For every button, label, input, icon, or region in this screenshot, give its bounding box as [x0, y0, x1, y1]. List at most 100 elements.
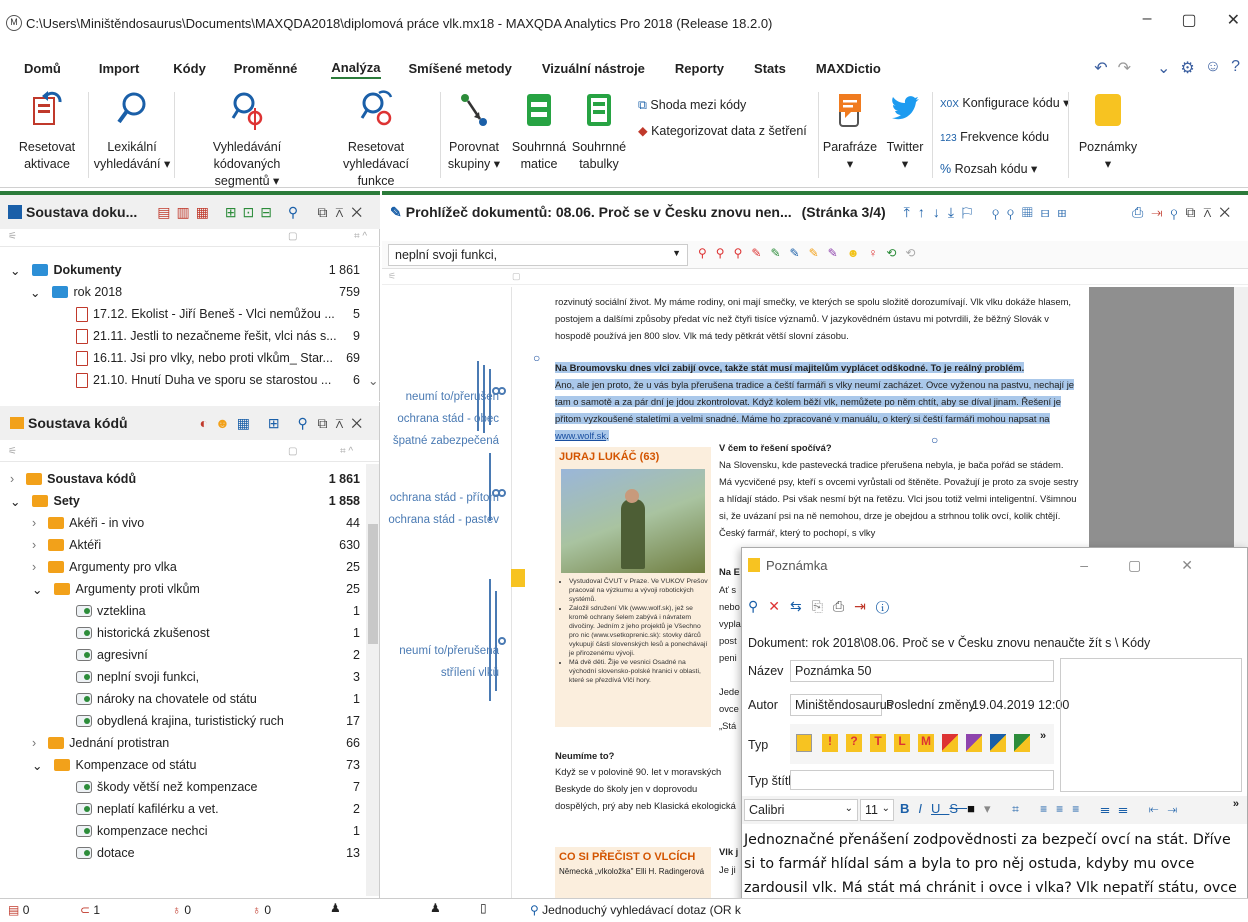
text-color-button[interactable]: ■ — [967, 801, 984, 816]
memo-type-picker[interactable]: ! ? T L M » — [790, 724, 1054, 764]
underline-button[interactable]: U — [931, 801, 949, 816]
tree-row-subcode[interactable]: neplní svoji funkci, 3 — [76, 666, 360, 688]
tree-row-code[interactable]: › Jednání protistran 66 — [32, 732, 360, 754]
memo-type-exclamation-icon[interactable]: ! — [822, 734, 838, 752]
reset-activations-button[interactable]: Resetovat aktivace — [12, 90, 82, 173]
tab-import[interactable]: Import — [99, 61, 139, 78]
format-buttons[interactable]: BIUS■▾ ⌗ ≡≡≡ ☰☰ ⇤⇥ — [900, 801, 1186, 817]
maximize-button[interactable]: ▢ — [1181, 10, 1196, 30]
status-codes[interactable]: ⊂ 1 — [80, 903, 100, 917]
status-docs[interactable]: ▤ 0 — [8, 903, 29, 917]
minimize-button[interactable]: – — [1143, 10, 1152, 30]
selection-start-handle[interactable]: ○ — [533, 351, 540, 365]
tree-row-doc[interactable]: 17.12. Ekolist - Jiří Beneš - Vlci nemůž… — [76, 303, 360, 325]
highlighted-coded-segment[interactable]: Na Broumovsku dnes vlci zabijí ovce, tak… — [555, 359, 1085, 444]
coded-segments-search-button[interactable]: Vyhledávání kódovaných segmentů ▾ — [178, 90, 316, 190]
tree-row-documents[interactable]: ⌄ Dokumenty 1 861 — [10, 259, 360, 281]
tab-maxdictio[interactable]: MAXDictio — [816, 61, 881, 78]
tree-row-rok-2018[interactable]: ⌄ rok 2018 759 — [30, 281, 360, 303]
bold-button[interactable]: B — [900, 801, 918, 816]
categorize-survey-button[interactable]: ◆ Kategorizovat data z šetření — [638, 122, 807, 140]
tree-row-code[interactable]: › Aktéři 630 — [32, 534, 360, 556]
summary-matrix-button[interactable]: Souhrnná matice — [510, 90, 568, 173]
tab-analysis[interactable]: Analýza — [331, 60, 381, 79]
chevron-down-icon[interactable]: ⌄ — [1157, 58, 1170, 78]
memo-type-red-icon[interactable] — [942, 734, 958, 752]
code-config-button[interactable]: X0X Konfigurace kódu ▾ — [940, 94, 1069, 114]
tree-row-doc[interactable]: 16.11. Jsi pro vlky, nebo proti vlkům_ S… — [76, 347, 360, 369]
paraphrase-button[interactable]: Parafráze ▾ — [822, 90, 878, 173]
memo-type-t-icon[interactable]: T — [870, 734, 886, 752]
memo-author-field[interactable]: Miništěndosaurus — [790, 694, 893, 716]
smiley-icon[interactable]: ☺ — [1205, 58, 1221, 78]
tab-mixed-methods[interactable]: Smíšené metody — [409, 61, 512, 78]
wolf-link[interactable]: www.wolf.sk — [555, 430, 607, 441]
memo-type-purple-icon[interactable] — [966, 734, 982, 752]
memo-type-l-icon[interactable]: L — [894, 734, 910, 752]
memo-type-question-icon[interactable]: ? — [846, 734, 862, 752]
memo-window-controls[interactable]: –▢✕ — [1080, 557, 1233, 574]
tree-row-subcode[interactable]: kompenzace nechci 1 — [76, 820, 360, 842]
code-toolbar-icons[interactable]: ◐☻▦ ⊞ ⚲ — [200, 415, 315, 432]
users-icon[interactable]: ♟ — [430, 901, 441, 915]
tab-reports[interactable]: Reporty — [675, 61, 724, 78]
tab-visual-tools[interactable]: Vizuální nástroje — [542, 61, 645, 78]
code-frequency-button[interactable]: 123 Frekvence kódu — [940, 128, 1049, 148]
memo-marker-icon[interactable] — [511, 569, 525, 587]
tree-row-sets[interactable]: ⌄ Sety 1 858 — [10, 490, 360, 512]
more-types-icon[interactable]: » — [1040, 730, 1046, 742]
info-icon[interactable]: ⓘ — [876, 598, 899, 614]
memo-name-field[interactable]: Poznámka 50 — [790, 660, 1054, 682]
strike-button[interactable]: S — [949, 801, 967, 816]
export-icon[interactable]: ⇥ — [854, 598, 876, 614]
more-format-icon[interactable]: » — [1233, 798, 1239, 810]
tree-row-code[interactable]: › Akéři - in vivo 44 — [32, 512, 360, 534]
doc-toolbar-icons[interactable]: ▤▥▦ ⊞⊡⊟ ⚲ — [157, 204, 304, 221]
tab-variables[interactable]: Proměnné — [234, 61, 298, 78]
memo-tool-icon[interactable]: ⇆ — [790, 598, 812, 614]
search-icon[interactable]: ⚲ — [748, 598, 768, 614]
user-icon[interactable]: ♟ — [330, 901, 341, 915]
font-family-select[interactable]: Calibri ⌄ — [744, 799, 858, 821]
tree-row-code-system[interactable]: › Soustava kódů 1 861 — [10, 468, 360, 490]
memo-toolbar[interactable]: ⚲✕⇆⎘⎙⇥ⓘ — [748, 598, 899, 615]
status-code-search[interactable]: ♁ 0 — [172, 903, 191, 917]
memo-type-blue-icon[interactable] — [990, 734, 1006, 752]
close-button[interactable]: ✕ — [1227, 10, 1240, 30]
reset-search-button[interactable]: Resetovat vyhledávací funkce — [314, 90, 438, 190]
tab-codes[interactable]: Kódy — [173, 61, 206, 78]
tree-row-doc[interactable]: 21.11. Jestli to nezačneme řešit, vlci n… — [76, 325, 360, 347]
coding-toolbar-icons[interactable]: ⚲⚲⚲✎✎✎✎✎☻♀⟲⟲ — [698, 246, 924, 260]
print-icon[interactable]: ⎙ — [833, 598, 854, 614]
help-icon[interactable]: ? — [1231, 58, 1240, 78]
selection-end-handle[interactable]: ○ — [931, 433, 938, 447]
tree-row-subcode[interactable]: historická zkušenost 1 — [76, 622, 360, 644]
tree-row-subcode[interactable]: škody větší než kompenzace 7 — [76, 776, 360, 798]
tab-home[interactable]: Domů — [24, 61, 61, 78]
tree-row-code[interactable]: ⌄ Kompenzace od státu 73 — [32, 754, 360, 776]
status-weight[interactable]: ♁ 0 — [252, 903, 271, 917]
tree-row-subcode[interactable]: obydlená krajina, turististický ruch 17 — [76, 710, 360, 732]
tag-type-field[interactable] — [790, 770, 1054, 790]
memo-type-green-icon[interactable] — [1014, 734, 1030, 752]
tree-row-doc[interactable]: 21.10. Hnutí Duha ve sporu se starostou … — [76, 369, 378, 391]
tree-row-subcode[interactable]: vzteklina 1 — [76, 600, 360, 622]
memo-type-m-icon[interactable]: M — [918, 734, 934, 752]
tree-row-subcode[interactable]: neplatí kafilérku a vet. 2 — [76, 798, 360, 820]
delete-icon[interactable]: ✕ — [768, 598, 790, 614]
document-outline-icon[interactable]: ▯ — [480, 901, 487, 915]
lexical-search-button[interactable]: Lexikální vyhledávání ▾ — [92, 90, 172, 173]
font-size-select[interactable]: 11 ⌄ — [860, 799, 894, 821]
code-agreement-button[interactable]: ⧉ Shoda mezi kódy — [638, 96, 746, 114]
gear-icon[interactable]: ⚙ — [1180, 58, 1194, 78]
memo-type-default-icon[interactable] — [796, 734, 812, 752]
code-range-button[interactable]: % Rozsah kódu ▾ — [940, 160, 1037, 178]
panel-window-controls[interactable]: ⧉⊼✕ — [317, 204, 370, 221]
align-icons[interactable]: ⌗ ≡≡≡ ☰☰ ⇤⇥ — [1012, 802, 1186, 816]
tree-row-subcode[interactable]: dotace 13 — [76, 842, 360, 864]
panel-window-controls[interactable]: ⧉⊼✕ — [317, 415, 370, 432]
search-query-status[interactable]: ⚲ Jednoduchý vyhledávací dotaz (OR k — [530, 903, 741, 917]
tab-stats[interactable]: Stats — [754, 61, 786, 78]
viewer-tool-icons[interactable]: ⎙⇥⚲⧉⊼✕ — [1132, 204, 1238, 221]
summary-tables-button[interactable]: Souhrnné tabulky — [568, 90, 630, 173]
